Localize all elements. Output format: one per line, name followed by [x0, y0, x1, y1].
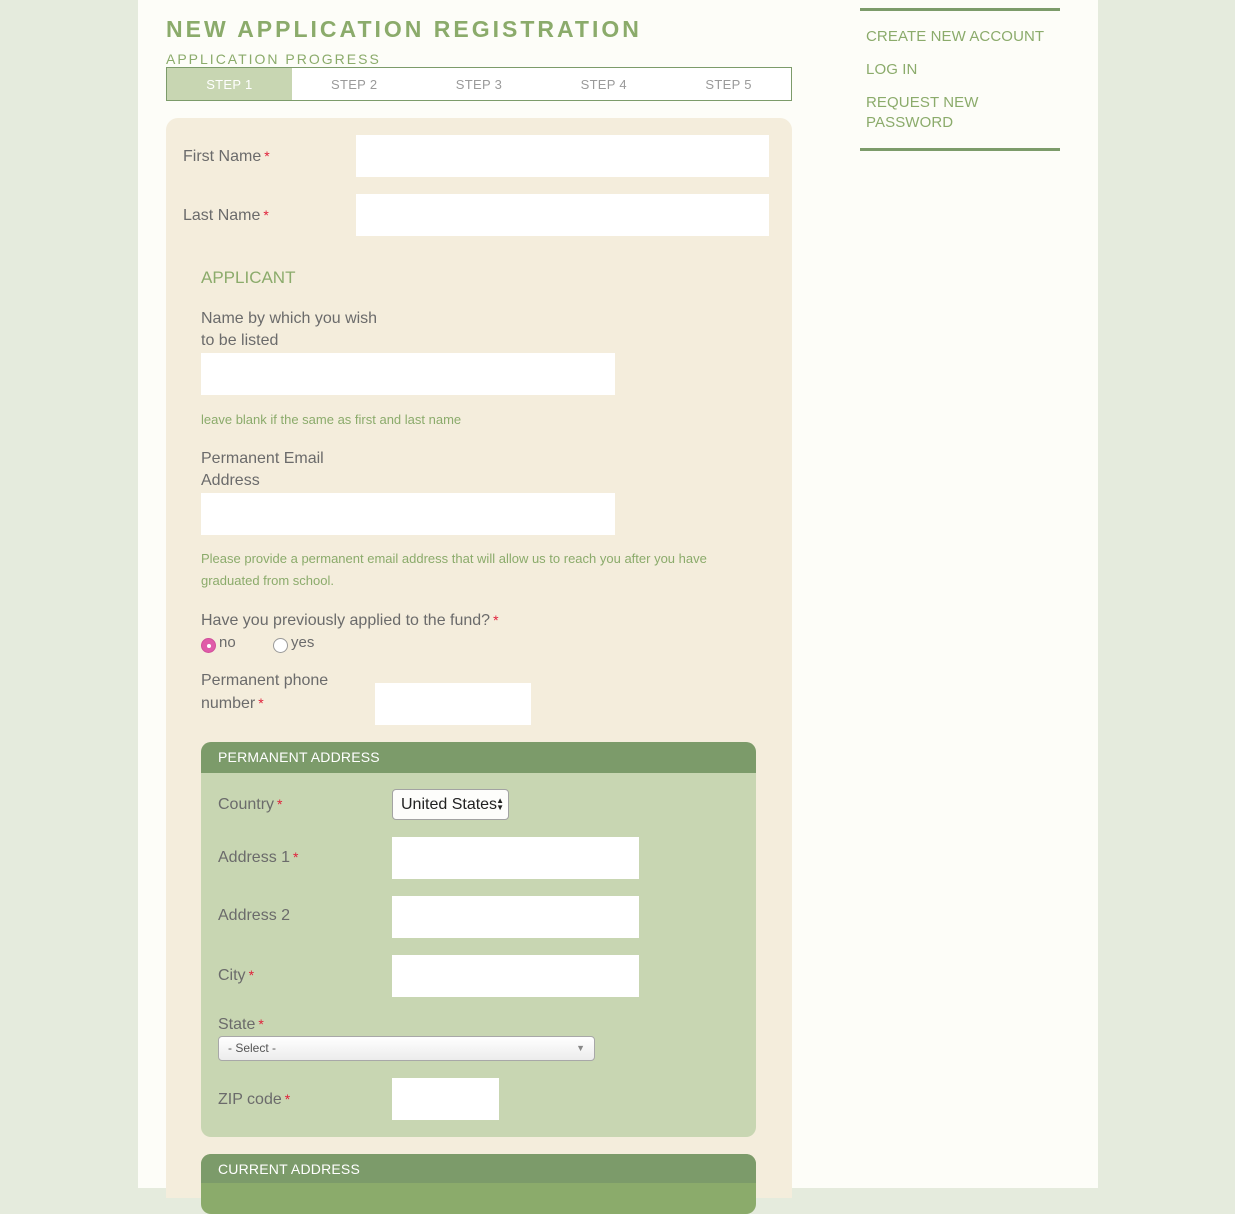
applied-before-label-text: Have you previously applied to the fund? — [201, 612, 491, 629]
select-arrows-icon: ▲ ▼ — [496, 796, 504, 812]
phone-label-line1: Permanent phone — [201, 672, 329, 689]
zip-label: ZIP code * — [218, 1088, 290, 1111]
required-marker: * — [493, 612, 499, 628]
radio-no-label[interactable]: no — [219, 634, 236, 651]
email-input[interactable] — [201, 493, 615, 535]
page-title: NEW APPLICATION REGISTRATION — [166, 16, 642, 42]
page: NEW APPLICATION REGISTRATION APPLICATION… — [138, 0, 1098, 1214]
permanent-address-heading: PERMANENT ADDRESS — [201, 742, 756, 773]
create-account-link[interactable]: CREATE NEW ACCOUNT — [866, 27, 1060, 47]
email-label-line1: Permanent Email — [201, 450, 324, 467]
progress-steps: STEP 1 STEP 2 STEP 3 STEP 4 STEP 5 — [166, 67, 792, 101]
state-select-value: - Select - — [228, 1041, 277, 1055]
required-marker: * — [263, 207, 269, 223]
request-password-link[interactable]: REQUEST NEW PASSWORD — [866, 93, 1060, 133]
listed-name-input[interactable] — [201, 353, 615, 395]
step-1[interactable]: STEP 1 — [167, 68, 292, 100]
step-4[interactable]: STEP 4 — [541, 68, 666, 100]
chevron-down-icon: ▼ — [576, 1043, 585, 1053]
address1-input[interactable] — [392, 837, 639, 879]
zip-label-text: ZIP code — [218, 1091, 282, 1108]
address2-label: Address 2 — [218, 907, 291, 924]
required-marker: * — [277, 796, 283, 812]
first-name-label-text: First Name — [183, 148, 262, 165]
listed-name-label-line2: to be listed — [201, 332, 279, 349]
required-marker: * — [258, 695, 264, 711]
state-label-text: State — [218, 1016, 256, 1033]
city-label-text: City — [218, 967, 246, 984]
user-menu: CREATE NEW ACCOUNT LOG IN REQUEST NEW PA… — [860, 8, 1060, 151]
listed-name-label: Name by which you wish to be listed — [201, 308, 377, 352]
last-name-label-text: Last Name — [183, 207, 261, 224]
step-3[interactable]: STEP 3 — [417, 68, 542, 100]
address2-input[interactable] — [392, 896, 639, 938]
login-link[interactable]: LOG IN — [866, 60, 1060, 80]
country-label-text: Country — [218, 796, 275, 813]
applicant-heading: APPLICANT — [201, 268, 296, 287]
applied-before-label: Have you previously applied to the fund?… — [201, 609, 499, 632]
radio-yes[interactable] — [273, 638, 288, 653]
email-label: Permanent Email Address — [201, 448, 324, 492]
current-address-heading: CURRENT ADDRESS — [201, 1154, 756, 1185]
zip-input[interactable] — [392, 1078, 499, 1120]
required-marker: * — [258, 1016, 264, 1032]
current-address-fieldset: CURRENT ADDRESS — [201, 1154, 756, 1214]
country-select[interactable]: United States ▲ ▼ — [392, 789, 509, 820]
state-label: State * — [218, 1013, 264, 1036]
email-label-line2: Address — [201, 472, 260, 489]
listed-name-label-line1: Name by which you wish — [201, 310, 378, 327]
phone-label: Permanent phone number * — [201, 670, 328, 715]
address1-label-text: Address 1 — [218, 849, 291, 866]
country-label: Country * — [218, 793, 282, 816]
permanent-address-fieldset: PERMANENT ADDRESS Country * United States… — [201, 742, 756, 1137]
city-label: City * — [218, 964, 254, 987]
required-marker: * — [293, 849, 299, 865]
last-name-input[interactable] — [356, 194, 769, 236]
required-marker: * — [284, 1091, 291, 1107]
email-hint: Please provide a permanent email address… — [201, 551, 707, 588]
phone-label-line2: number — [201, 695, 256, 712]
city-input[interactable] — [392, 955, 639, 997]
listed-name-hint: leave blank if the same as first and las… — [201, 412, 462, 427]
step-2[interactable]: STEP 2 — [292, 68, 417, 100]
progress-label: APPLICATION PROGRESS — [166, 51, 381, 67]
state-select[interactable]: - Select - ▼ — [218, 1036, 595, 1061]
address1-label: Address 1 * — [218, 846, 299, 869]
radio-no[interactable] — [201, 638, 216, 653]
phone-input[interactable] — [375, 683, 531, 725]
step-5[interactable]: STEP 5 — [666, 68, 791, 100]
required-marker: * — [248, 967, 255, 983]
registration-form: First Name * Last Name * APPLICANT Name by… — [166, 118, 792, 1214]
last-name-label: Last Name * — [183, 204, 269, 227]
first-name-label: First Name * — [183, 145, 270, 168]
country-select-value: United States — [401, 796, 498, 813]
radio-yes-label[interactable]: yes — [291, 634, 314, 651]
required-marker: * — [264, 148, 270, 164]
first-name-input[interactable] — [356, 135, 769, 177]
